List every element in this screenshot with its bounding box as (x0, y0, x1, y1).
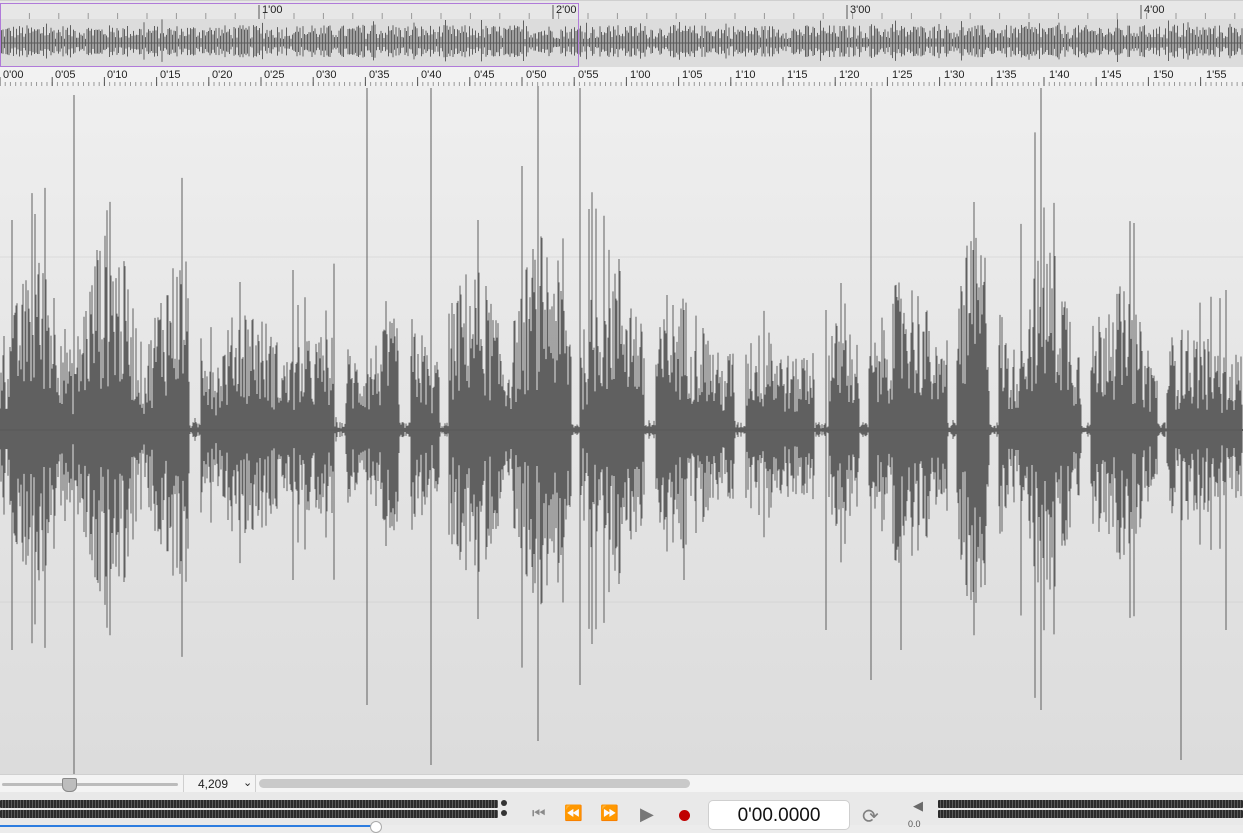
zoom-slider-thumb[interactable] (62, 778, 77, 792)
zoom-value[interactable]: 4,209 (198, 777, 228, 791)
ruler-label: 1'05 (682, 69, 703, 81)
ruler-label: 0'35 (369, 69, 390, 81)
time-ruler[interactable]: 0'00 0'05 0'10 0'15 0'20 0'25 0'30 0'35 … (0, 67, 1243, 87)
rewind-icon[interactable]: ⏪ (564, 804, 583, 824)
level-meter-left (0, 800, 498, 808)
level-meter-right (938, 800, 1243, 808)
overview-visible-window[interactable] (0, 3, 579, 67)
ruler-label: 0'05 (55, 69, 76, 81)
ruler-label: 0'00 (3, 69, 24, 81)
ruler-label: 1'55 (1206, 69, 1227, 81)
chevron-down-icon[interactable]: ⌄ (243, 776, 252, 789)
record-icon[interactable] (679, 810, 690, 821)
playback-progress-knob[interactable] (370, 821, 382, 833)
overview-label: 3'00 (850, 4, 871, 16)
ruler-label: 1'25 (892, 69, 913, 81)
speaker-icon[interactable]: ◀ (913, 798, 923, 814)
ruler-label: 1'50 (1153, 69, 1174, 81)
meter-peak-dot (501, 800, 507, 806)
play-icon[interactable]: ▶ (640, 804, 654, 824)
zoom-scroll-bar: 4,209 ⌄ (0, 774, 1243, 793)
divider (183, 775, 184, 793)
divider (255, 775, 256, 793)
ruler-label: 1'35 (996, 69, 1017, 81)
overview-label: 4'00 (1144, 4, 1165, 16)
ruler-label: 0'10 (107, 69, 128, 81)
ruler-label: 0'15 (160, 69, 181, 81)
ruler-label: 0'55 (578, 69, 599, 81)
ruler-label: 0'30 (316, 69, 337, 81)
ruler-label: 1'30 (944, 69, 965, 81)
ruler-label: 0'25 (264, 69, 285, 81)
ruler-label: 1'00 (630, 69, 651, 81)
ruler-label: 1'45 (1101, 69, 1122, 81)
waveform-view[interactable] (0, 86, 1243, 774)
ruler-label: 0'20 (212, 69, 233, 81)
ruler-label: 0'45 (474, 69, 495, 81)
transport-bar: ⏮ ⏪ ⏩ ▶ 0'00.0000 ⟳ ◀ 0.0 (0, 792, 1243, 833)
zoom-slider-track[interactable] (2, 783, 178, 786)
ruler-label: 0'40 (421, 69, 442, 81)
fast-forward-icon[interactable]: ⏩ (600, 804, 619, 824)
playback-progress (0, 825, 376, 827)
horizontal-scrollbar-thumb[interactable] (259, 779, 690, 788)
overview-strip[interactable]: 1'00 2'00 3'00 4'00 (0, 0, 1243, 68)
ruler-label: 1'10 (735, 69, 756, 81)
level-meter-left (0, 810, 498, 818)
level-meter-right (938, 810, 1243, 818)
ruler-label: 0'50 (526, 69, 547, 81)
volume-value: 0.0 (908, 819, 921, 829)
ruler-label: 1'15 (787, 69, 808, 81)
ruler-label: 1'20 (839, 69, 860, 81)
meter-peak-dot (501, 810, 507, 816)
loop-icon[interactable]: ⟳ (862, 804, 879, 829)
time-display[interactable]: 0'00.0000 (708, 800, 850, 830)
ruler-label: 1'40 (1049, 69, 1070, 81)
skip-to-start-icon[interactable]: ⏮ (532, 804, 546, 824)
